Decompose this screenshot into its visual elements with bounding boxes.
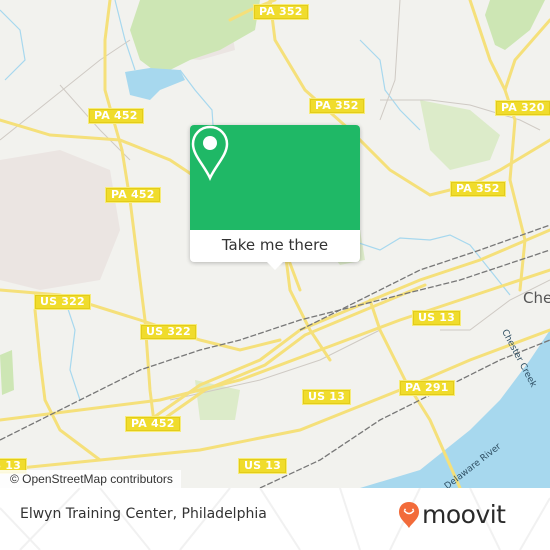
lake <box>125 68 185 100</box>
take-me-there-button[interactable]: Take me there <box>190 230 360 262</box>
park-area <box>130 0 260 75</box>
location-title: Elwyn Training Center, Philadelphia <box>20 506 267 522</box>
route-shield: PA 452 <box>88 108 144 124</box>
popup-header <box>190 125 360 230</box>
route-shield: PA 320 <box>495 100 550 116</box>
route-shield: US 322 <box>140 324 197 340</box>
popup-pointer <box>267 262 283 270</box>
moovit-pin-icon <box>399 501 419 528</box>
road-i95-2 <box>153 283 427 427</box>
park-area <box>485 0 545 50</box>
location-pin-icon <box>191 125 229 181</box>
route-shield: US 13 <box>238 458 287 474</box>
route-shield: US 13 <box>412 310 461 326</box>
map-attribution[interactable]: © OpenStreetMap contributors <box>0 470 181 488</box>
stream <box>0 9 26 81</box>
moovit-logo[interactable]: moovit <box>398 500 506 529</box>
stream <box>179 69 214 126</box>
route-shield: PA 352 <box>450 181 506 197</box>
destination-popup[interactable]: Take me there <box>190 125 360 270</box>
stream <box>64 299 81 401</box>
urban-area <box>0 150 120 290</box>
route-shield: PA 352 <box>253 4 309 20</box>
road-us-13 <box>0 268 550 422</box>
route-shield: US 322 <box>34 294 91 310</box>
minor-road <box>379 0 401 121</box>
route-shield: PA 452 <box>105 187 161 203</box>
road-west-ns <box>33 308 102 462</box>
footer-bar: Elwyn Training Center, Philadelphia moov… <box>0 488 550 550</box>
city-label-chester: Ches <box>523 289 550 307</box>
route-shield: PA 352 <box>309 98 365 114</box>
route-shield: PA 291 <box>399 380 455 396</box>
map-view[interactable]: PA 352 PA 452 PA 452 PA 352 PA 320 PA 35… <box>0 0 550 488</box>
moovit-wordmark: moovit <box>422 500 506 529</box>
route-shield: US 13 <box>302 389 351 405</box>
stream <box>359 39 421 131</box>
park-area <box>0 350 14 395</box>
route-shield: PA 452 <box>125 416 181 432</box>
